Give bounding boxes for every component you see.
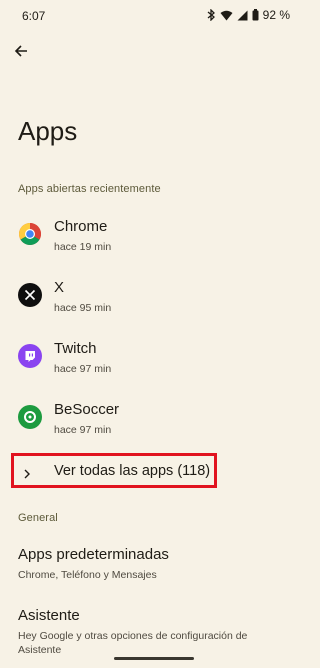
status-icons: 92 % bbox=[207, 8, 290, 22]
status-bar: 6:07 92 % bbox=[0, 0, 308, 32]
app-name: X bbox=[54, 279, 65, 296]
back-button[interactable] bbox=[6, 38, 36, 68]
default-apps-setting[interactable]: Apps predeterminadas Chrome, Teléfono y … bbox=[0, 546, 308, 586]
app-name: Chrome bbox=[54, 218, 108, 235]
app-name: Twitch bbox=[54, 340, 97, 357]
status-time: 6:07 bbox=[22, 9, 46, 23]
setting-subtitle: Hey Google y otras opciones de configura… bbox=[18, 630, 248, 656]
app-row-x[interactable]: X hace 95 min bbox=[0, 269, 308, 325]
chrome-icon bbox=[18, 222, 42, 246]
app-row-besoccer[interactable]: BeSoccer hace 97 min bbox=[0, 391, 308, 447]
app-last-opened: hace 97 min bbox=[54, 424, 112, 436]
see-all-apps-label: Ver todas las apps (118) bbox=[54, 463, 211, 479]
general-section-header: General bbox=[18, 512, 58, 524]
app-row-twitch[interactable]: Twitch hace 97 min bbox=[0, 330, 308, 386]
twitch-icon bbox=[18, 344, 42, 368]
bluetooth-icon bbox=[207, 9, 216, 21]
signal-icon bbox=[237, 10, 248, 21]
app-last-opened: hace 97 min bbox=[54, 363, 112, 375]
app-last-opened: hace 19 min bbox=[54, 241, 112, 253]
arrow-back-icon bbox=[14, 44, 28, 63]
setting-title: Asistente bbox=[18, 607, 80, 624]
wifi-icon bbox=[220, 10, 233, 21]
app-last-opened: hace 95 min bbox=[54, 302, 112, 314]
battery-icon bbox=[252, 9, 259, 21]
gesture-nav-handle[interactable] bbox=[114, 657, 194, 660]
recent-apps-section-header: Apps abiertas recientemente bbox=[18, 183, 161, 195]
chevron-right-icon bbox=[23, 466, 31, 484]
setting-title: Apps predeterminadas bbox=[18, 546, 169, 563]
see-all-apps-button[interactable]: Ver todas las apps (118) bbox=[11, 453, 217, 488]
assistant-setting[interactable]: Asistente Hey Google y otras opciones de… bbox=[0, 607, 308, 657]
page-title: Apps bbox=[18, 116, 78, 146]
setting-subtitle: Chrome, Teléfono y Mensajes bbox=[18, 569, 157, 581]
app-row-chrome[interactable]: Chrome hace 19 min bbox=[0, 208, 308, 264]
battery-percent: 92 % bbox=[262, 8, 290, 22]
besoccer-icon bbox=[18, 405, 42, 429]
app-name: BeSoccer bbox=[54, 401, 120, 418]
x-icon bbox=[18, 283, 42, 307]
